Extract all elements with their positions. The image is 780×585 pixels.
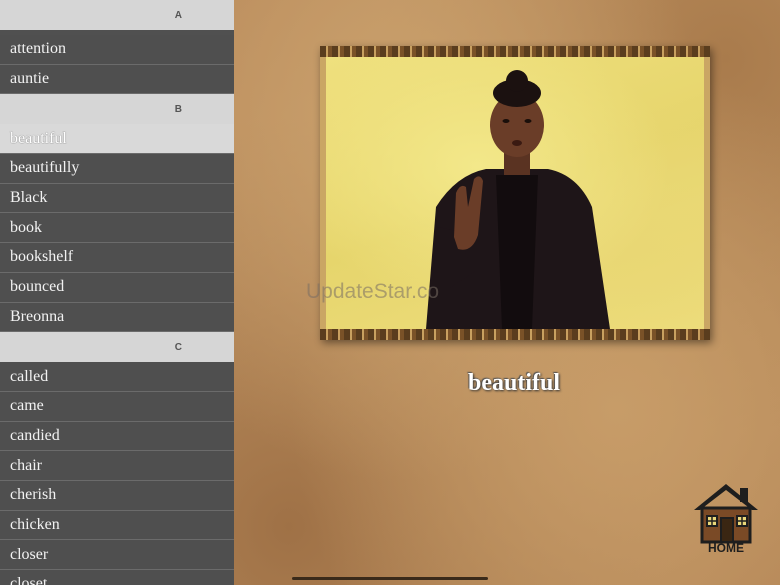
- word-item-breonna[interactable]: Breonna: [0, 302, 234, 333]
- word-item-cherish[interactable]: cherish: [0, 480, 234, 511]
- word-item-came[interactable]: came: [0, 391, 234, 422]
- word-label: called: [10, 367, 49, 385]
- home-label: HOME: [708, 541, 744, 555]
- word-item-called[interactable]: called: [0, 362, 234, 392]
- watermark: UpdateStar.co: [306, 280, 440, 303]
- section-letter: B: [174, 103, 182, 115]
- word-label: bounced: [10, 278, 65, 296]
- word-label: chicken: [10, 515, 60, 533]
- word-label: bookshelf: [10, 248, 74, 266]
- word-label: auntie: [10, 70, 50, 88]
- word-label: Breonna: [10, 307, 65, 325]
- word-list-sidebar: A attention auntie B beautiful beautiful…: [0, 0, 234, 585]
- word-label: closet: [10, 575, 48, 585]
- word-item-beautiful[interactable]: beautiful: [0, 124, 234, 155]
- word-item-candied[interactable]: candied: [0, 421, 234, 452]
- home-icon: [694, 484, 758, 544]
- word-item-closet[interactable]: closet: [0, 570, 234, 585]
- main-panel: UpdateStar.co beautiful HOME: [234, 0, 780, 585]
- home-indicator-bar[interactable]: [292, 577, 488, 580]
- word-label: cherish: [10, 486, 57, 504]
- word-label: beautiful: [10, 129, 67, 147]
- section-letter: C: [174, 341, 182, 353]
- frame-border-top: [320, 46, 710, 57]
- word-item-auntie[interactable]: auntie: [0, 64, 234, 95]
- word-item-chair[interactable]: chair: [0, 451, 234, 481]
- word-item-book[interactable]: book: [0, 213, 234, 244]
- frame-border-bottom: [320, 329, 710, 340]
- word-item-attention[interactable]: attention: [0, 35, 234, 65]
- word-item-chicken[interactable]: chicken: [0, 510, 234, 541]
- word-item-bookshelf[interactable]: bookshelf: [0, 243, 234, 273]
- word-label: book: [10, 218, 42, 236]
- word-label: attention: [10, 40, 66, 58]
- word-label: chair: [10, 456, 42, 474]
- word-item-bounced[interactable]: bounced: [0, 272, 234, 303]
- word-item-black[interactable]: Black: [0, 183, 234, 214]
- current-word-title: beautiful: [467, 370, 560, 396]
- word-label: came: [10, 397, 44, 415]
- word-label: Black: [10, 189, 48, 207]
- section-letter: A: [174, 9, 182, 21]
- word-label: closer: [10, 545, 49, 563]
- section-header-c: C: [0, 332, 234, 363]
- section-header-a: A: [0, 0, 234, 30]
- word-item-beautifully[interactable]: beautifully: [0, 154, 234, 184]
- word-label: candied: [10, 426, 60, 444]
- home-button[interactable]: HOME: [690, 480, 762, 560]
- section-header-b: B: [0, 94, 234, 125]
- word-item-closer[interactable]: closer: [0, 540, 234, 570]
- word-label: beautifully: [10, 159, 80, 177]
